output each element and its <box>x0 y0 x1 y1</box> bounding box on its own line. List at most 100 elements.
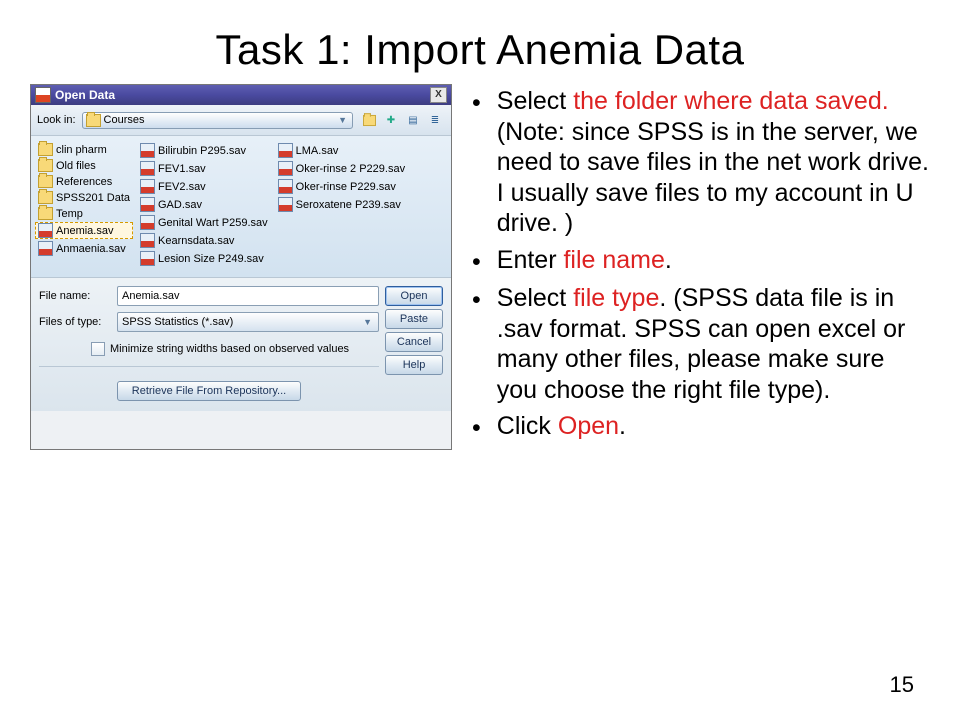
bullet-dot: • <box>472 86 481 239</box>
dialog-lower: File name: Anemia.sav Files of type: SPS… <box>31 278 451 411</box>
folder-item[interactable]: References <box>35 174 133 189</box>
minimize-checkbox[interactable] <box>91 342 105 356</box>
file-label: FEV2.sav <box>158 181 206 193</box>
dialog-titlebar: Open Data X <box>31 85 451 105</box>
bullet-dot: • <box>472 411 481 444</box>
file-item[interactable]: Anemia.sav <box>35 222 133 239</box>
page-number: 15 <box>890 672 914 698</box>
file-label: Lesion Size P249.sav <box>158 253 264 265</box>
file-list[interactable]: clin pharm Old files References SPSS201 Dat… <box>31 136 451 278</box>
bullet-text: Select the folder where data saved. (Not… <box>497 86 930 239</box>
toolbar-icons: ✚ ▤ ≣ <box>359 110 445 130</box>
file-label: FEV1.sav <box>158 163 206 175</box>
file-label: Anmaenia.sav <box>56 243 126 255</box>
file-label: GAD.sav <box>158 199 202 211</box>
sav-file-icon <box>38 223 53 238</box>
bullet-item: • Enter file name. <box>472 245 930 278</box>
file-name-label: File name: <box>39 290 111 302</box>
file-label: LMA.sav <box>296 145 339 157</box>
look-in-label: Look in: <box>37 114 76 126</box>
folder-item[interactable]: SPSS201 Data <box>35 190 133 205</box>
file-item[interactable]: Genital Wart P259.sav <box>137 214 271 231</box>
sav-file-icon <box>278 197 293 212</box>
file-item[interactable]: FEV2.sav <box>137 178 271 195</box>
bullet-dot: • <box>472 245 481 278</box>
dialog-title: Open Data <box>55 88 115 102</box>
slide: Task 1: Import Anemia Data Open Data X L… <box>0 0 960 720</box>
up-folder-icon[interactable] <box>359 110 379 130</box>
chevron-down-icon: ▼ <box>361 317 374 327</box>
new-folder-icon[interactable]: ✚ <box>381 110 401 130</box>
paste-button[interactable]: Paste <box>385 309 443 329</box>
bullet-item: •Select file type. (SPSS data file is in… <box>472 283 930 405</box>
sav-file-icon <box>140 143 155 158</box>
sav-file-icon <box>278 179 293 194</box>
help-button[interactable]: Help <box>385 355 443 375</box>
dialog-toolbar: Look in: Courses ▼ ✚ ▤ ≣ <box>31 105 451 136</box>
folder-icon <box>86 114 101 127</box>
slide-content: Open Data X Look in: Courses ▼ ✚ ▤ <box>0 84 960 450</box>
file-item[interactable]: Seroxatene P239.sav <box>275 196 408 213</box>
sav-file-icon <box>140 161 155 176</box>
file-label: Seroxatene P239.sav <box>296 199 401 211</box>
list-view-icon[interactable]: ▤ <box>403 110 423 130</box>
spss-icon <box>35 87 51 103</box>
folder-icon <box>38 159 53 172</box>
bullet-text: Select file type. (SPSS data file is in … <box>497 283 930 405</box>
file-label: References <box>56 176 112 188</box>
folder-icon <box>38 191 53 204</box>
folder-item[interactable]: clin pharm <box>35 142 133 157</box>
sav-file-icon <box>278 161 293 176</box>
file-item[interactable]: Oker-rinse 2 P229.sav <box>275 160 408 177</box>
file-label: Old files <box>56 160 96 172</box>
sav-file-icon <box>140 215 155 230</box>
bullet-item: • Click Open. <box>472 411 930 444</box>
file-item[interactable]: Anmaenia.sav <box>35 240 133 257</box>
chevron-down-icon: ▼ <box>336 115 349 125</box>
details-view-icon[interactable]: ≣ <box>425 110 445 130</box>
bullet-dot: • <box>472 283 481 405</box>
file-item[interactable]: Lesion Size P249.sav <box>137 250 271 267</box>
file-label: Oker-rinse P229.sav <box>296 181 396 193</box>
folder-icon <box>38 143 53 156</box>
open-data-dialog: Open Data X Look in: Courses ▼ ✚ ▤ <box>30 84 452 450</box>
bullet-text: Enter file name. <box>497 245 672 278</box>
folder-icon <box>38 207 53 220</box>
sav-file-icon <box>278 143 293 158</box>
sav-file-icon <box>38 241 53 256</box>
slide-title: Task 1: Import Anemia Data <box>0 0 960 84</box>
retrieve-repository-button[interactable]: Retrieve File From Repository... <box>117 381 301 401</box>
file-item[interactable]: Bilirubin P295.sav <box>137 142 271 159</box>
file-item[interactable]: GAD.sav <box>137 196 271 213</box>
folder-item[interactable]: Temp <box>35 206 133 221</box>
file-item[interactable]: Oker-rinse P229.sav <box>275 178 408 195</box>
look-in-value: Courses <box>104 114 145 126</box>
bullet-item: •Select the folder where data saved. (No… <box>472 86 930 239</box>
file-name-input[interactable]: Anemia.sav <box>117 286 379 306</box>
file-item[interactable]: Kearnsdata.sav <box>137 232 271 249</box>
open-button[interactable]: Open <box>385 286 443 306</box>
sav-file-icon <box>140 197 155 212</box>
file-label: Bilirubin P295.sav <box>158 145 246 157</box>
close-icon[interactable]: X <box>430 87 447 103</box>
file-label: Anemia.sav <box>56 225 113 237</box>
file-type-dropdown[interactable]: SPSS Statistics (*.sav) ▼ <box>117 312 379 332</box>
look-in-dropdown[interactable]: Courses ▼ <box>82 112 353 129</box>
file-type-label: Files of type: <box>39 316 111 328</box>
bullet-text: Click Open. <box>497 411 626 444</box>
file-label: clin pharm <box>56 144 107 156</box>
cancel-button[interactable]: Cancel <box>385 332 443 352</box>
minimize-label: Minimize string widths based on observed… <box>110 343 349 355</box>
file-item[interactable]: FEV1.sav <box>137 160 271 177</box>
file-item[interactable]: LMA.sav <box>275 142 408 159</box>
file-label: Oker-rinse 2 P229.sav <box>296 163 405 175</box>
file-label: Genital Wart P259.sav <box>158 217 268 229</box>
file-column: clin pharm Old files References SPSS201 Dat… <box>35 142 133 267</box>
file-label: Temp <box>56 208 83 220</box>
sav-file-icon <box>140 179 155 194</box>
file-column: Bilirubin P295.sav FEV1.sav FEV2.sav GAD.sa… <box>137 142 271 267</box>
file-column: LMA.sav Oker-rinse 2 P229.sav Oker-rinse P… <box>275 142 408 267</box>
sav-file-icon <box>140 233 155 248</box>
file-label: Kearnsdata.sav <box>158 235 234 247</box>
folder-item[interactable]: Old files <box>35 158 133 173</box>
